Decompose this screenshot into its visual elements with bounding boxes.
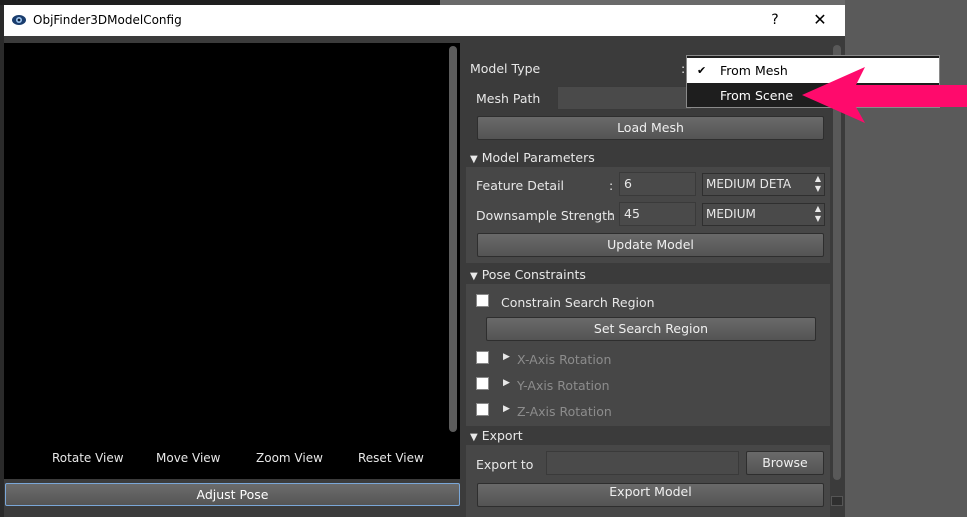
export-to-label: Export to: [476, 457, 534, 472]
x-rotation-checkbox[interactable]: [476, 351, 489, 364]
update-model-button[interactable]: Update Model: [477, 233, 824, 257]
adjust-pose-button[interactable]: Adjust Pose: [5, 483, 460, 506]
viewport-scrollbar[interactable]: [449, 46, 457, 432]
app-eye-icon: [12, 15, 26, 25]
expand-triangle-icon[interactable]: ▶: [503, 352, 510, 362]
x-rotation-label: X-Axis Rotation: [517, 352, 612, 367]
y-rotation-label: Y-Axis Rotation: [517, 378, 610, 393]
model-type-colon: :: [681, 61, 686, 76]
z-rotation-checkbox[interactable]: [476, 403, 489, 416]
pose-constraints-title: Pose Constraints: [481, 267, 586, 282]
reset-view-button[interactable]: Reset View: [358, 451, 424, 465]
feature-detail-select[interactable]: MEDIUM DETA ▲ ▼: [702, 173, 825, 196]
annotation-arrow-icon: [802, 67, 967, 123]
scrollbar-end-button[interactable]: [831, 496, 843, 506]
export-header[interactable]: ▼ Export: [466, 426, 830, 445]
export-path-input[interactable]: [546, 451, 739, 475]
mesh-path-input[interactable]: [557, 86, 692, 110]
spin-arrows-icon: ▲ ▼: [814, 174, 821, 193]
downsample-input[interactable]: 45: [619, 202, 696, 226]
z-rotation-label: Z-Axis Rotation: [517, 404, 612, 419]
pose-constraints-header[interactable]: ▼ Pose Constraints: [466, 265, 830, 284]
feature-detail-input[interactable]: 6: [619, 172, 696, 196]
move-view-button[interactable]: Move View: [156, 451, 220, 465]
constrain-search-checkbox[interactable]: [476, 294, 489, 307]
dropdown-option-label: From Mesh: [720, 63, 788, 78]
model-parameters-body: Feature Detail : 6 MEDIUM DETA ▲ ▼ Downsa…: [466, 167, 830, 263]
feature-detail-select-value: MEDIUM DETA: [706, 177, 792, 191]
downsample-select-value: MEDIUM: [706, 207, 756, 221]
feature-detail-colon: :: [609, 178, 614, 193]
downsample-colon: :: [609, 208, 614, 223]
zoom-view-button[interactable]: Zoom View: [256, 451, 323, 465]
spin-arrows-icon: ▲ ▼: [814, 204, 821, 223]
expand-triangle-icon[interactable]: ▶: [503, 404, 510, 414]
load-mesh-button[interactable]: Load Mesh: [477, 116, 824, 140]
window-title: ObjFinder3DModelConfig: [33, 13, 182, 27]
mesh-path-label: Mesh Path: [476, 91, 541, 106]
downsample-select[interactable]: MEDIUM ▲ ▼: [702, 203, 825, 226]
export-body: Export to Browse Export Model: [466, 445, 830, 517]
constrain-search-label: Constrain Search Region: [501, 295, 655, 310]
model-parameters-title: Model Parameters: [481, 150, 595, 165]
downsample-label: Downsample Strength: [476, 208, 615, 223]
close-button[interactable]: ✕: [809, 9, 831, 31]
export-title: Export: [481, 428, 523, 443]
help-button[interactable]: ?: [766, 9, 784, 31]
checkmark-icon: ✔: [697, 64, 707, 77]
settings-panel: Model Type : Mesh Path Load Mesh ▼ Model …: [466, 45, 830, 517]
rotate-view-button[interactable]: Rotate View: [52, 451, 124, 465]
y-rotation-checkbox[interactable]: [476, 377, 489, 390]
export-model-button[interactable]: Export Model: [477, 483, 824, 507]
model-type-label: Model Type: [470, 61, 541, 76]
expand-triangle-icon[interactable]: ▶: [503, 378, 510, 388]
3d-viewport[interactable]: [4, 43, 460, 479]
model-parameters-header[interactable]: ▼ Model Parameters: [466, 148, 830, 167]
browse-button[interactable]: Browse: [746, 451, 824, 475]
pose-constraints-body: Constrain Search Region Set Search Regio…: [466, 284, 830, 427]
title-bar: ObjFinder3DModelConfig ? ✕: [4, 5, 845, 36]
dropdown-option-label: From Scene: [720, 88, 794, 103]
feature-detail-label: Feature Detail: [476, 178, 565, 193]
set-search-region-button[interactable]: Set Search Region: [486, 317, 816, 341]
